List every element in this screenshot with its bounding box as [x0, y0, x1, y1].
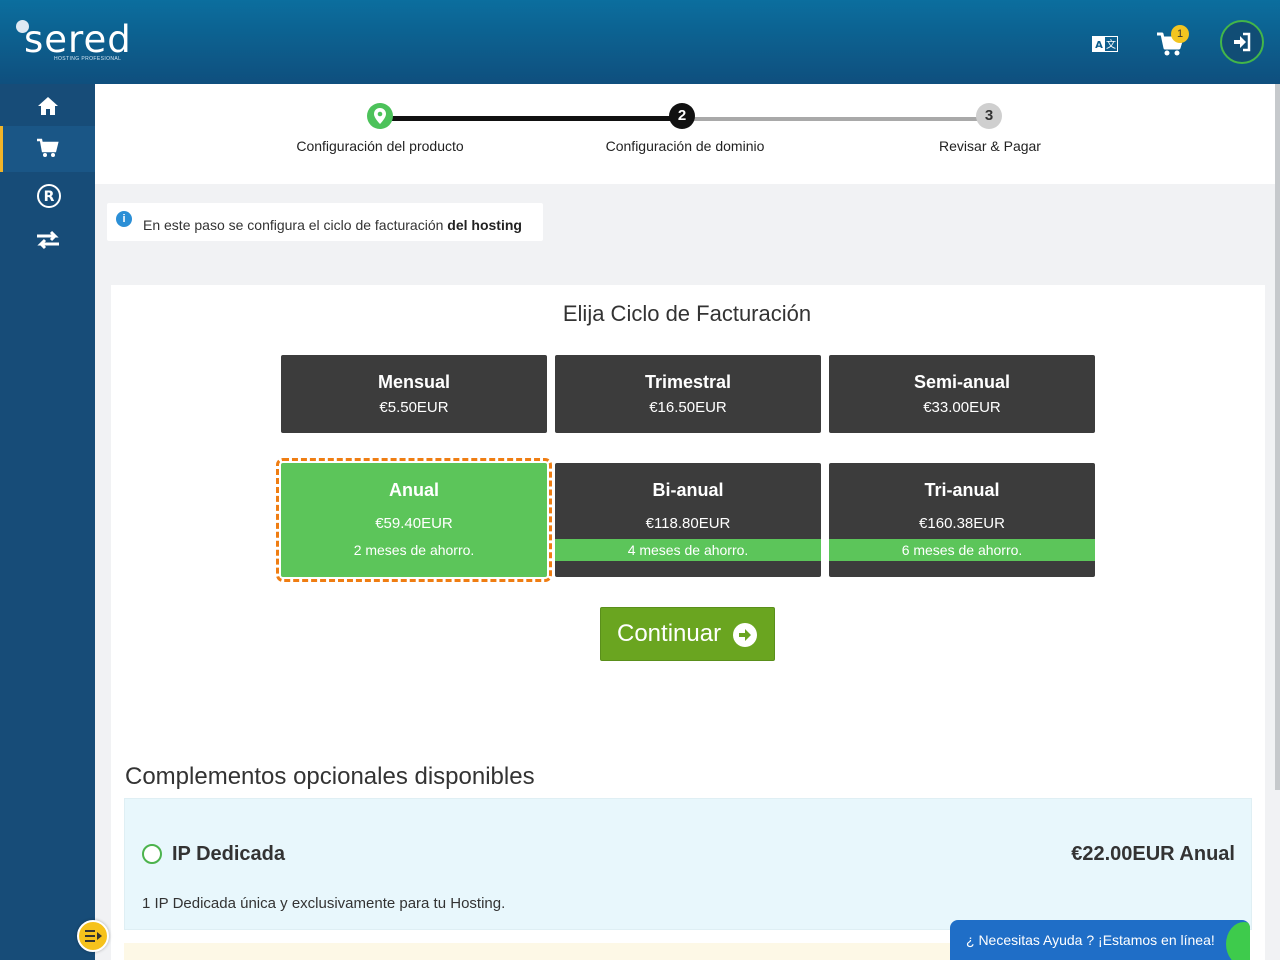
transfer-icon [37, 230, 59, 250]
info-text: En este paso se configura el ciclo de fa… [143, 217, 522, 233]
checkout-stepper: 2 3 Configuración del producto Configura… [95, 84, 1276, 184]
addons-title: Complementos opcionales disponibles [125, 763, 535, 790]
addon-radio[interactable] [142, 844, 162, 864]
cart-icon [37, 138, 59, 157]
addon-price: €22.00EUR Anual [1071, 843, 1235, 865]
page-scrollbar[interactable] [1275, 84, 1280, 790]
cycle-name: Bi-anual [652, 480, 724, 500]
cycle-option-bi-anual[interactable]: Bi-anual €118.80EUR 4 meses de ahorro. [555, 463, 821, 577]
cycle-name: Mensual [377, 372, 451, 392]
chat-text: ¿ Necesitas Ayuda ? ¡Estamos en línea! [966, 932, 1215, 948]
billing-cycle-title: Elija Ciclo de Facturación [562, 301, 812, 326]
cycle-price: €5.50EUR [379, 399, 449, 416]
step-2-marker: 2 [669, 103, 695, 129]
step-1-label[interactable]: Configuración del producto [296, 138, 463, 154]
cycle-saving: 2 meses de ahorro. [353, 542, 475, 558]
stepper-remaining-line [685, 117, 990, 121]
cycle-option-anual[interactable]: Anual €59.40EUR 2 meses de ahorro. [276, 458, 552, 582]
cycle-option-mensual[interactable]: Mensual €5.50EUR [281, 355, 547, 433]
arrow-circle-right-icon [733, 623, 757, 647]
cycle-name: Tri-anual [924, 480, 1000, 500]
cycle-price: €16.50EUR [649, 399, 727, 416]
accessibility-button[interactable] [77, 920, 109, 952]
menu-arrow-icon [85, 930, 102, 942]
info-icon: i [116, 211, 132, 227]
step-1-marker[interactable] [367, 103, 393, 129]
addon-description: 1 IP Dedicada única y exclusivamente par… [142, 895, 506, 912]
cycle-name: Anual [388, 480, 439, 500]
map-pin-icon [374, 108, 386, 124]
cycle-price: €59.40EUR [375, 515, 453, 532]
sidebar-item-cart[interactable] [0, 126, 95, 172]
svg-text:文: 文 [1106, 38, 1116, 51]
billing-card: Elija Ciclo de Facturación Mensual €5.50… [111, 285, 1265, 960]
addon-name: IP Dedicada [172, 843, 286, 865]
continue-button[interactable]: Continuar [600, 607, 775, 661]
info-alert: i En este paso se configura el ciclo de … [107, 203, 543, 241]
svg-text:A: A [1095, 40, 1103, 51]
live-chat-widget[interactable]: ¿ Necesitas Ayuda ? ¡Estamos en línea! [950, 920, 1250, 960]
sidebar-item-transfer[interactable] [0, 218, 95, 264]
chat-status-indicator [1226, 922, 1250, 960]
step-2-label: Configuración de dominio [605, 138, 765, 154]
sidebar: R [0, 84, 95, 960]
cycle-name: Trimestral [644, 372, 732, 392]
cycle-saving: 4 meses de ahorro. [555, 539, 821, 561]
login-icon [1234, 32, 1251, 52]
cycle-option-semi-anual[interactable]: Semi-anual €33.00EUR [829, 355, 1095, 433]
login-button[interactable] [1220, 20, 1264, 64]
cycle-price: €118.80EUR [645, 515, 731, 532]
sidebar-item-domains[interactable]: R [0, 173, 95, 219]
info-bold-text: del hosting [447, 217, 522, 233]
translate-icon[interactable]: A 文 [1092, 36, 1118, 52]
cycle-option-trimestral[interactable]: Trimestral €16.50EUR [555, 355, 821, 433]
addon-ip-dedicada[interactable]: IP Dedicada €22.00EUR Anual 1 IP Dedicad… [124, 798, 1252, 930]
step-3-label: Revisar & Pagar [939, 138, 1041, 154]
stepper-progress-line [380, 116, 682, 121]
top-header: sered HOSTING PROFESIONAL A 文 1 [0, 0, 1280, 84]
continue-label: Continuar [617, 620, 722, 647]
cycle-saving: 6 meses de ahorro. [829, 539, 1095, 561]
cycle-name: Semi-anual [913, 372, 1011, 392]
step-3-marker: 3 [976, 103, 1002, 129]
cycle-price: €160.38EUR [919, 515, 1005, 532]
sered-logo[interactable]: sered HOSTING PROFESIONAL [16, 18, 136, 64]
svg-text:R: R [44, 189, 55, 205]
addon-next-item [124, 943, 1024, 960]
home-icon [38, 97, 58, 115]
cycle-option-tri-anual[interactable]: Tri-anual €160.38EUR 6 meses de ahorro. [829, 463, 1095, 577]
cycle-price: €33.00EUR [923, 399, 1001, 416]
cart-count-badge: 1 [1171, 25, 1189, 43]
logo-tagline: HOSTING PROFESIONAL [54, 56, 122, 62]
sidebar-item-home[interactable] [0, 84, 95, 130]
registered-icon: R [37, 184, 61, 208]
